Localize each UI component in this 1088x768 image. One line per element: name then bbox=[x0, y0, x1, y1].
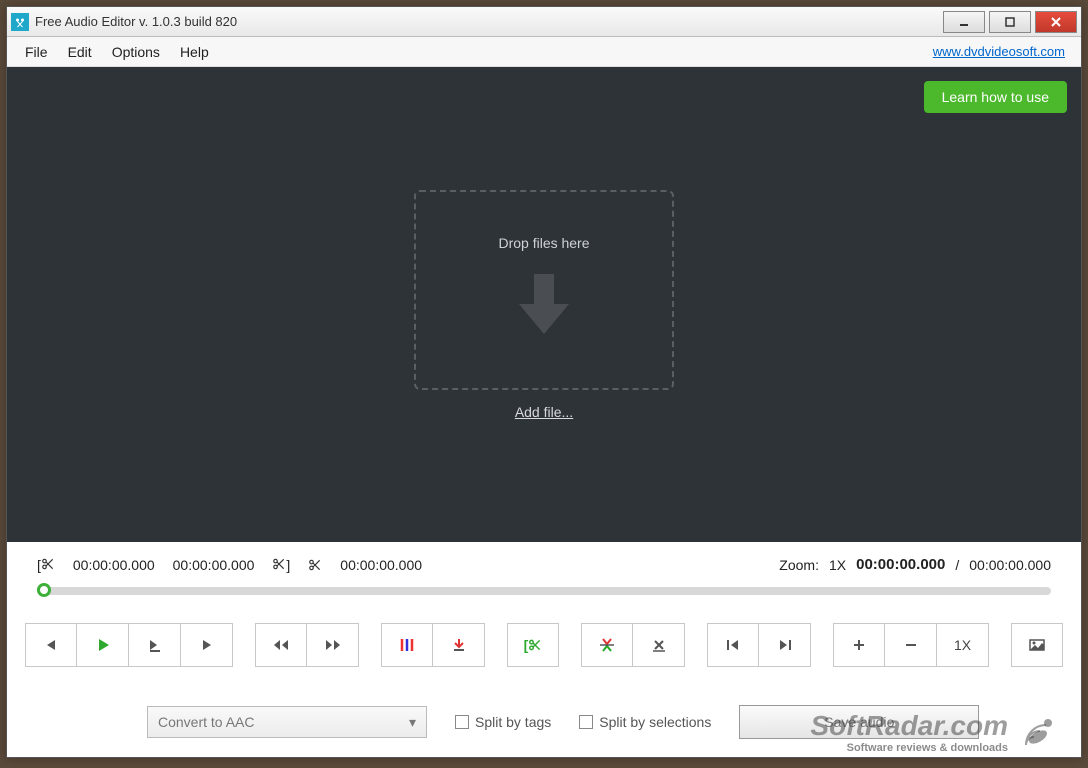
zoom-label: Zoom: bbox=[779, 557, 819, 573]
prev-button[interactable] bbox=[25, 623, 77, 667]
learn-how-button[interactable]: Learn how to use bbox=[924, 81, 1067, 113]
title-bar: Free Audio Editor v. 1.0.3 build 820 bbox=[7, 7, 1081, 37]
split-sel-label: Split by selections bbox=[599, 714, 711, 730]
zoom-value: 1X bbox=[829, 557, 846, 573]
play-to-end-button[interactable] bbox=[129, 623, 181, 667]
app-window: Free Audio Editor v. 1.0.3 build 820 Fil… bbox=[6, 6, 1082, 758]
menu-file[interactable]: File bbox=[15, 40, 58, 64]
split-by-tags-checkbox[interactable]: Split by tags bbox=[455, 714, 551, 730]
menu-bar: File Edit Options Help www.dvdvideosoft.… bbox=[7, 37, 1081, 67]
vendor-link[interactable]: www.dvdvideosoft.com bbox=[933, 44, 1065, 59]
markers-button[interactable] bbox=[381, 623, 433, 667]
convert-format-label: Convert to AAC bbox=[158, 714, 255, 730]
toolbar: [ 1X bbox=[37, 619, 1051, 681]
next-button[interactable] bbox=[181, 623, 233, 667]
cut-selection-button[interactable]: [ bbox=[507, 623, 559, 667]
clip-icon bbox=[308, 558, 322, 572]
total-time: 00:00:00.000 bbox=[969, 557, 1051, 573]
clip-duration: 00:00:00.000 bbox=[340, 557, 422, 573]
workspace: Learn how to use Drop files here Add fil… bbox=[7, 67, 1081, 542]
timeline-knob[interactable] bbox=[37, 583, 51, 597]
play-button[interactable] bbox=[77, 623, 129, 667]
maximize-button[interactable] bbox=[989, 11, 1031, 33]
skip-back-button[interactable] bbox=[255, 623, 307, 667]
checkbox-icon bbox=[455, 715, 469, 729]
insert-marker-button[interactable] bbox=[433, 623, 485, 667]
selection-end-icon: ] bbox=[272, 557, 290, 573]
set-in-point-button[interactable] bbox=[581, 623, 633, 667]
window-controls bbox=[943, 11, 1077, 33]
current-time: 00:00:00.000 bbox=[856, 556, 945, 573]
menu-help[interactable]: Help bbox=[170, 40, 219, 64]
zoom-out-button[interactable] bbox=[885, 623, 937, 667]
add-file-link[interactable]: Add file... bbox=[515, 404, 573, 420]
goto-start-button[interactable] bbox=[707, 623, 759, 667]
arrow-down-icon bbox=[514, 269, 574, 344]
menu-options[interactable]: Options bbox=[102, 40, 170, 64]
app-icon bbox=[11, 13, 29, 31]
selection-start-time: 00:00:00.000 bbox=[73, 557, 155, 573]
menu-edit[interactable]: Edit bbox=[58, 40, 102, 64]
convert-format-dropdown[interactable]: Convert to AAC ▾ bbox=[147, 706, 427, 738]
window-title: Free Audio Editor v. 1.0.3 build 820 bbox=[35, 14, 943, 29]
selection-end-time: 00:00:00.000 bbox=[173, 557, 255, 573]
drop-label: Drop files here bbox=[498, 235, 589, 251]
bottom-bar: Convert to AAC ▾ Split by tags Split by … bbox=[7, 691, 1081, 757]
save-audio-button[interactable]: Save audio bbox=[739, 705, 979, 739]
goto-end-button[interactable] bbox=[759, 623, 811, 667]
delete-marker-button[interactable] bbox=[633, 623, 685, 667]
skip-forward-button[interactable] bbox=[307, 623, 359, 667]
timeline-slider[interactable] bbox=[37, 587, 1051, 595]
time-separator: / bbox=[955, 557, 959, 573]
zoom-in-button[interactable] bbox=[833, 623, 885, 667]
drop-zone[interactable]: Drop files here bbox=[414, 190, 674, 390]
snapshot-button[interactable] bbox=[1011, 623, 1063, 667]
dropdown-icon: ▾ bbox=[409, 714, 416, 731]
minimize-button[interactable] bbox=[943, 11, 985, 33]
split-by-selections-checkbox[interactable]: Split by selections bbox=[579, 714, 711, 730]
selection-start-icon: [ bbox=[37, 557, 55, 573]
status-bar: [ 00:00:00.000 00:00:00.000 ] 00:00:00.0… bbox=[7, 542, 1081, 691]
zoom-reset-button[interactable]: 1X bbox=[937, 623, 989, 667]
checkbox-icon bbox=[579, 715, 593, 729]
close-button[interactable] bbox=[1035, 11, 1077, 33]
split-tags-label: Split by tags bbox=[475, 714, 551, 730]
time-info: [ 00:00:00.000 00:00:00.000 ] 00:00:00.0… bbox=[37, 556, 1051, 573]
